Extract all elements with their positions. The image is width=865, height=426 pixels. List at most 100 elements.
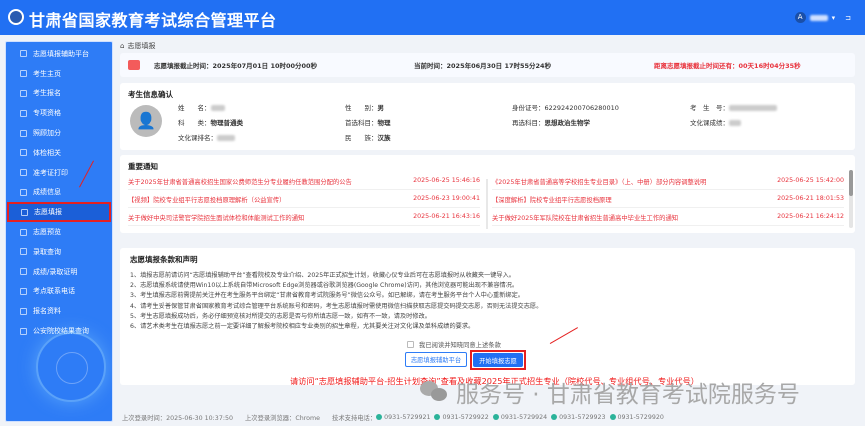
- wechat-icon: [420, 381, 450, 403]
- menu-icon: [20, 327, 27, 335]
- menu-icon: [20, 70, 27, 78]
- sidebar-item-label: 成绩信息: [33, 188, 61, 197]
- footer: 上次登录时间：2025-06-30 10:37:50 上次登录浏览器：Chrom…: [122, 413, 668, 423]
- sidebar-item-label: 报名资料: [33, 307, 61, 316]
- notice-time: 2025-06-25 15:46:16: [413, 177, 480, 184]
- sidebar-item[interactable]: 志愿填报: [7, 202, 111, 223]
- sidebar-item-label: 考生主页: [33, 69, 61, 78]
- sidebar-item[interactable]: 成绩/录取证明: [6, 262, 112, 282]
- phone-icon: [551, 414, 558, 420]
- user-menu[interactable]: A ▾ ⊐: [794, 12, 851, 23]
- notice-time: 2025-06-21 16:24:12: [777, 213, 844, 220]
- phone-number: 0931-5729921: [376, 414, 430, 421]
- logo-icon: [8, 9, 24, 25]
- menu-icon: [20, 248, 27, 256]
- second-subject-field: 再选科目：思想政治生物学: [512, 119, 590, 127]
- phone-number: 0931-5729920: [609, 414, 664, 421]
- chevron-down-icon[interactable]: ▾: [832, 14, 836, 22]
- gender-field: 性 别：男: [345, 104, 384, 112]
- notice-time: 2025-06-21 18:01:53: [777, 195, 844, 202]
- top-header: 甘肃省国家教育考试综合管理平台 A ▾ ⊐: [0, 0, 865, 35]
- menu-icon: [20, 287, 27, 295]
- assist-platform-button[interactable]: 志愿填报辅助平台: [405, 352, 467, 367]
- menu-icon: [20, 89, 27, 97]
- sidebar-item-label: 成绩/录取证明: [33, 267, 78, 276]
- notice-time: 2025-06-21 16:43:16: [413, 213, 480, 220]
- sidebar-item[interactable]: 考生主页: [6, 64, 112, 84]
- breadcrumb: ⌂ 志愿填报: [120, 40, 855, 52]
- sidebar-item-label: 准考证打印: [33, 168, 68, 177]
- phone-number: 0931-5729922: [434, 414, 489, 421]
- terms-item: 4、请考生妥善保管甘肃省国家教育考试综合管理平台系统账号和密码，考生志愿填报时需…: [130, 302, 543, 310]
- sidebar-item-label: 志愿预览: [33, 228, 61, 237]
- main-content: ⌂ 志愿填报 志愿填报截止时间：2025年07月01日 10时00分00秒 当前时…: [120, 40, 855, 386]
- sidebar-item[interactable]: 专项资格: [6, 103, 112, 123]
- agree-checkbox[interactable]: 我已阅读并知晓同意上述条款: [407, 340, 501, 349]
- sidebar-item[interactable]: 志愿预览: [6, 222, 112, 242]
- notice-item[interactable]: 关于做好2025年军队院校在甘肃省招生普通高中毕业生工作的通知 2025-06-2…: [492, 213, 844, 226]
- emblem-decoration: [36, 332, 106, 402]
- terms-item: 6、请艺术类考生在填报志愿之前一定要详细了解报考院校相应专业类别的招生章程，尤其…: [130, 323, 475, 331]
- notice-time: 2025-06-23 19:00:41: [413, 195, 480, 202]
- remaining-time: 距离志愿填报截止时间还有：00天16时04分35秒: [654, 62, 801, 70]
- agree-label: 我已阅读并知晓同意上述条款: [419, 342, 501, 349]
- sidebar-item-label: 志愿填报辅助平台: [33, 49, 89, 58]
- scrollbar[interactable]: [849, 170, 853, 228]
- notice-link[interactable]: 关于2025年甘肃省普通高校招生国家公费师范生分专业履约任教范围分配的公告: [128, 177, 352, 186]
- message-icon: [128, 60, 140, 70]
- student-info-card: 考生信息确认 👤 姓 名： 科 类：物理普通类 文化课排名： 性 别：男 首选科…: [120, 83, 855, 150]
- notice-item[interactable]: 关于做好中央司法警官学院招生面试体检和体能测试工作的通知 2025-06-21 1…: [128, 213, 480, 226]
- menu-icon: [20, 109, 27, 117]
- rank-field: 文化课排名：: [178, 132, 235, 142]
- sidebar-item[interactable]: 志愿填报辅助平台: [6, 44, 112, 64]
- last-login-browser: 上次登录浏览器：Chrome: [244, 415, 321, 422]
- menu-icon: [20, 268, 27, 276]
- notice-link[interactable]: 《2025年甘肃省普通高等学校招生专业目录》（上、中册）部分内容调整说明: [492, 177, 706, 186]
- terms-item: 1、填报志愿前请访问“志愿填报辅助平台”查看院校及专业介绍、2025年正式招生计…: [130, 272, 515, 279]
- home-icon[interactable]: ⌂: [120, 42, 124, 50]
- notice-item[interactable]: 【深度解析】院校专业组平行志愿投档原理 2025-06-21 18:01:53: [492, 195, 844, 208]
- terms-title: 志愿填报条款和声明: [130, 255, 198, 264]
- notice-title: 重要通知: [128, 162, 158, 171]
- sidebar-item[interactable]: 准考证打印: [6, 163, 112, 183]
- watermark: 服务号 · 甘肃省教育考试院服务号: [420, 375, 800, 409]
- sidebar-item[interactable]: 考点联系电话: [6, 282, 112, 302]
- sidebar-item-label: 体检相关: [33, 148, 61, 157]
- support-phones: 技术支持电话： 0931-5729921 0931-5729922 0931-5729…: [332, 413, 664, 423]
- menu-icon: [20, 50, 27, 58]
- menu-icon: [20, 149, 27, 157]
- phone-icon: [434, 414, 441, 420]
- notice-item[interactable]: 【视频】院校专业组平行志愿投档原理解析（公益宣传） 2025-06-23 19:0…: [128, 195, 480, 208]
- current-time: 当前时间：2025年06月30日 17时55分24秒: [414, 62, 552, 70]
- notice-item[interactable]: 关于2025年甘肃省普通高校招生国家公费师范生分专业履约任教范围分配的公告 202…: [128, 177, 480, 190]
- logout-icon[interactable]: ⊐: [845, 14, 851, 22]
- nation-field: 民 族：汉族: [345, 134, 391, 142]
- sidebar-item[interactable]: 考生报名: [6, 84, 112, 104]
- score-field: 文化课成绩：: [690, 117, 741, 127]
- notice-link[interactable]: 【深度解析】院校专业组平行志愿投档原理: [492, 195, 612, 204]
- terms-item: 5、考生志愿填报成功后，务必仔细预览核对所提交的志愿是否与你所填志愿一致，如有不…: [130, 312, 431, 320]
- menu-icon: [20, 188, 27, 196]
- last-login-time: 上次登录时间：2025-06-30 10:37:50: [122, 415, 233, 422]
- sidebar-item[interactable]: 成绩信息: [6, 183, 112, 203]
- notice-link[interactable]: 关于做好中央司法警官学院招生面试体检和体能测试工作的通知: [128, 213, 304, 222]
- notice-link[interactable]: 关于做好2025年军队院校在甘肃省招生普通高中毕业生工作的通知: [492, 213, 678, 222]
- exam-no-field: 考 生 号：: [690, 102, 777, 112]
- menu-icon: [20, 169, 27, 177]
- app-title: 甘肃省国家教育考试综合管理平台: [29, 11, 277, 30]
- start-fill-button[interactable]: 开始填报志愿: [473, 353, 523, 367]
- terms-item: 2、志愿填报系统请使用Win10以上系统自带Microsoft Edge浏览器或…: [130, 282, 519, 290]
- sidebar-item[interactable]: 录取查询: [6, 242, 112, 262]
- notice-link[interactable]: 【视频】院校专业组平行志愿投档原理解析（公益宣传）: [128, 195, 285, 204]
- sidebar-item[interactable]: 照顾加分: [6, 123, 112, 143]
- sidebar: 志愿填报辅助平台 考生主页考生报名专项资格 照顾加分体检相关准考证打印成绩信息志愿填…: [5, 41, 113, 422]
- sidebar-item[interactable]: 报名资料: [6, 301, 112, 321]
- notice-card: 重要通知 关于2025年甘肃省普通高校招生国家公费师范生分专业履约任教范围分配的…: [120, 155, 855, 233]
- sidebar-item-label: 考生报名: [33, 89, 61, 98]
- notice-item[interactable]: 《2025年甘肃省普通高等学校招生专业目录》（上、中册）部分内容调整说明 2025…: [492, 177, 844, 190]
- name-field: 姓 名：: [178, 102, 225, 112]
- subject-field: 科 类：物理普通类: [178, 119, 243, 127]
- sidebar-item[interactable]: 体检相关: [6, 143, 112, 163]
- menu-icon: [20, 228, 27, 236]
- terms-card: 志愿填报条款和声明 1、填报志愿前请访问“志愿填报辅助平台”查看院校及专业介绍、…: [120, 248, 855, 386]
